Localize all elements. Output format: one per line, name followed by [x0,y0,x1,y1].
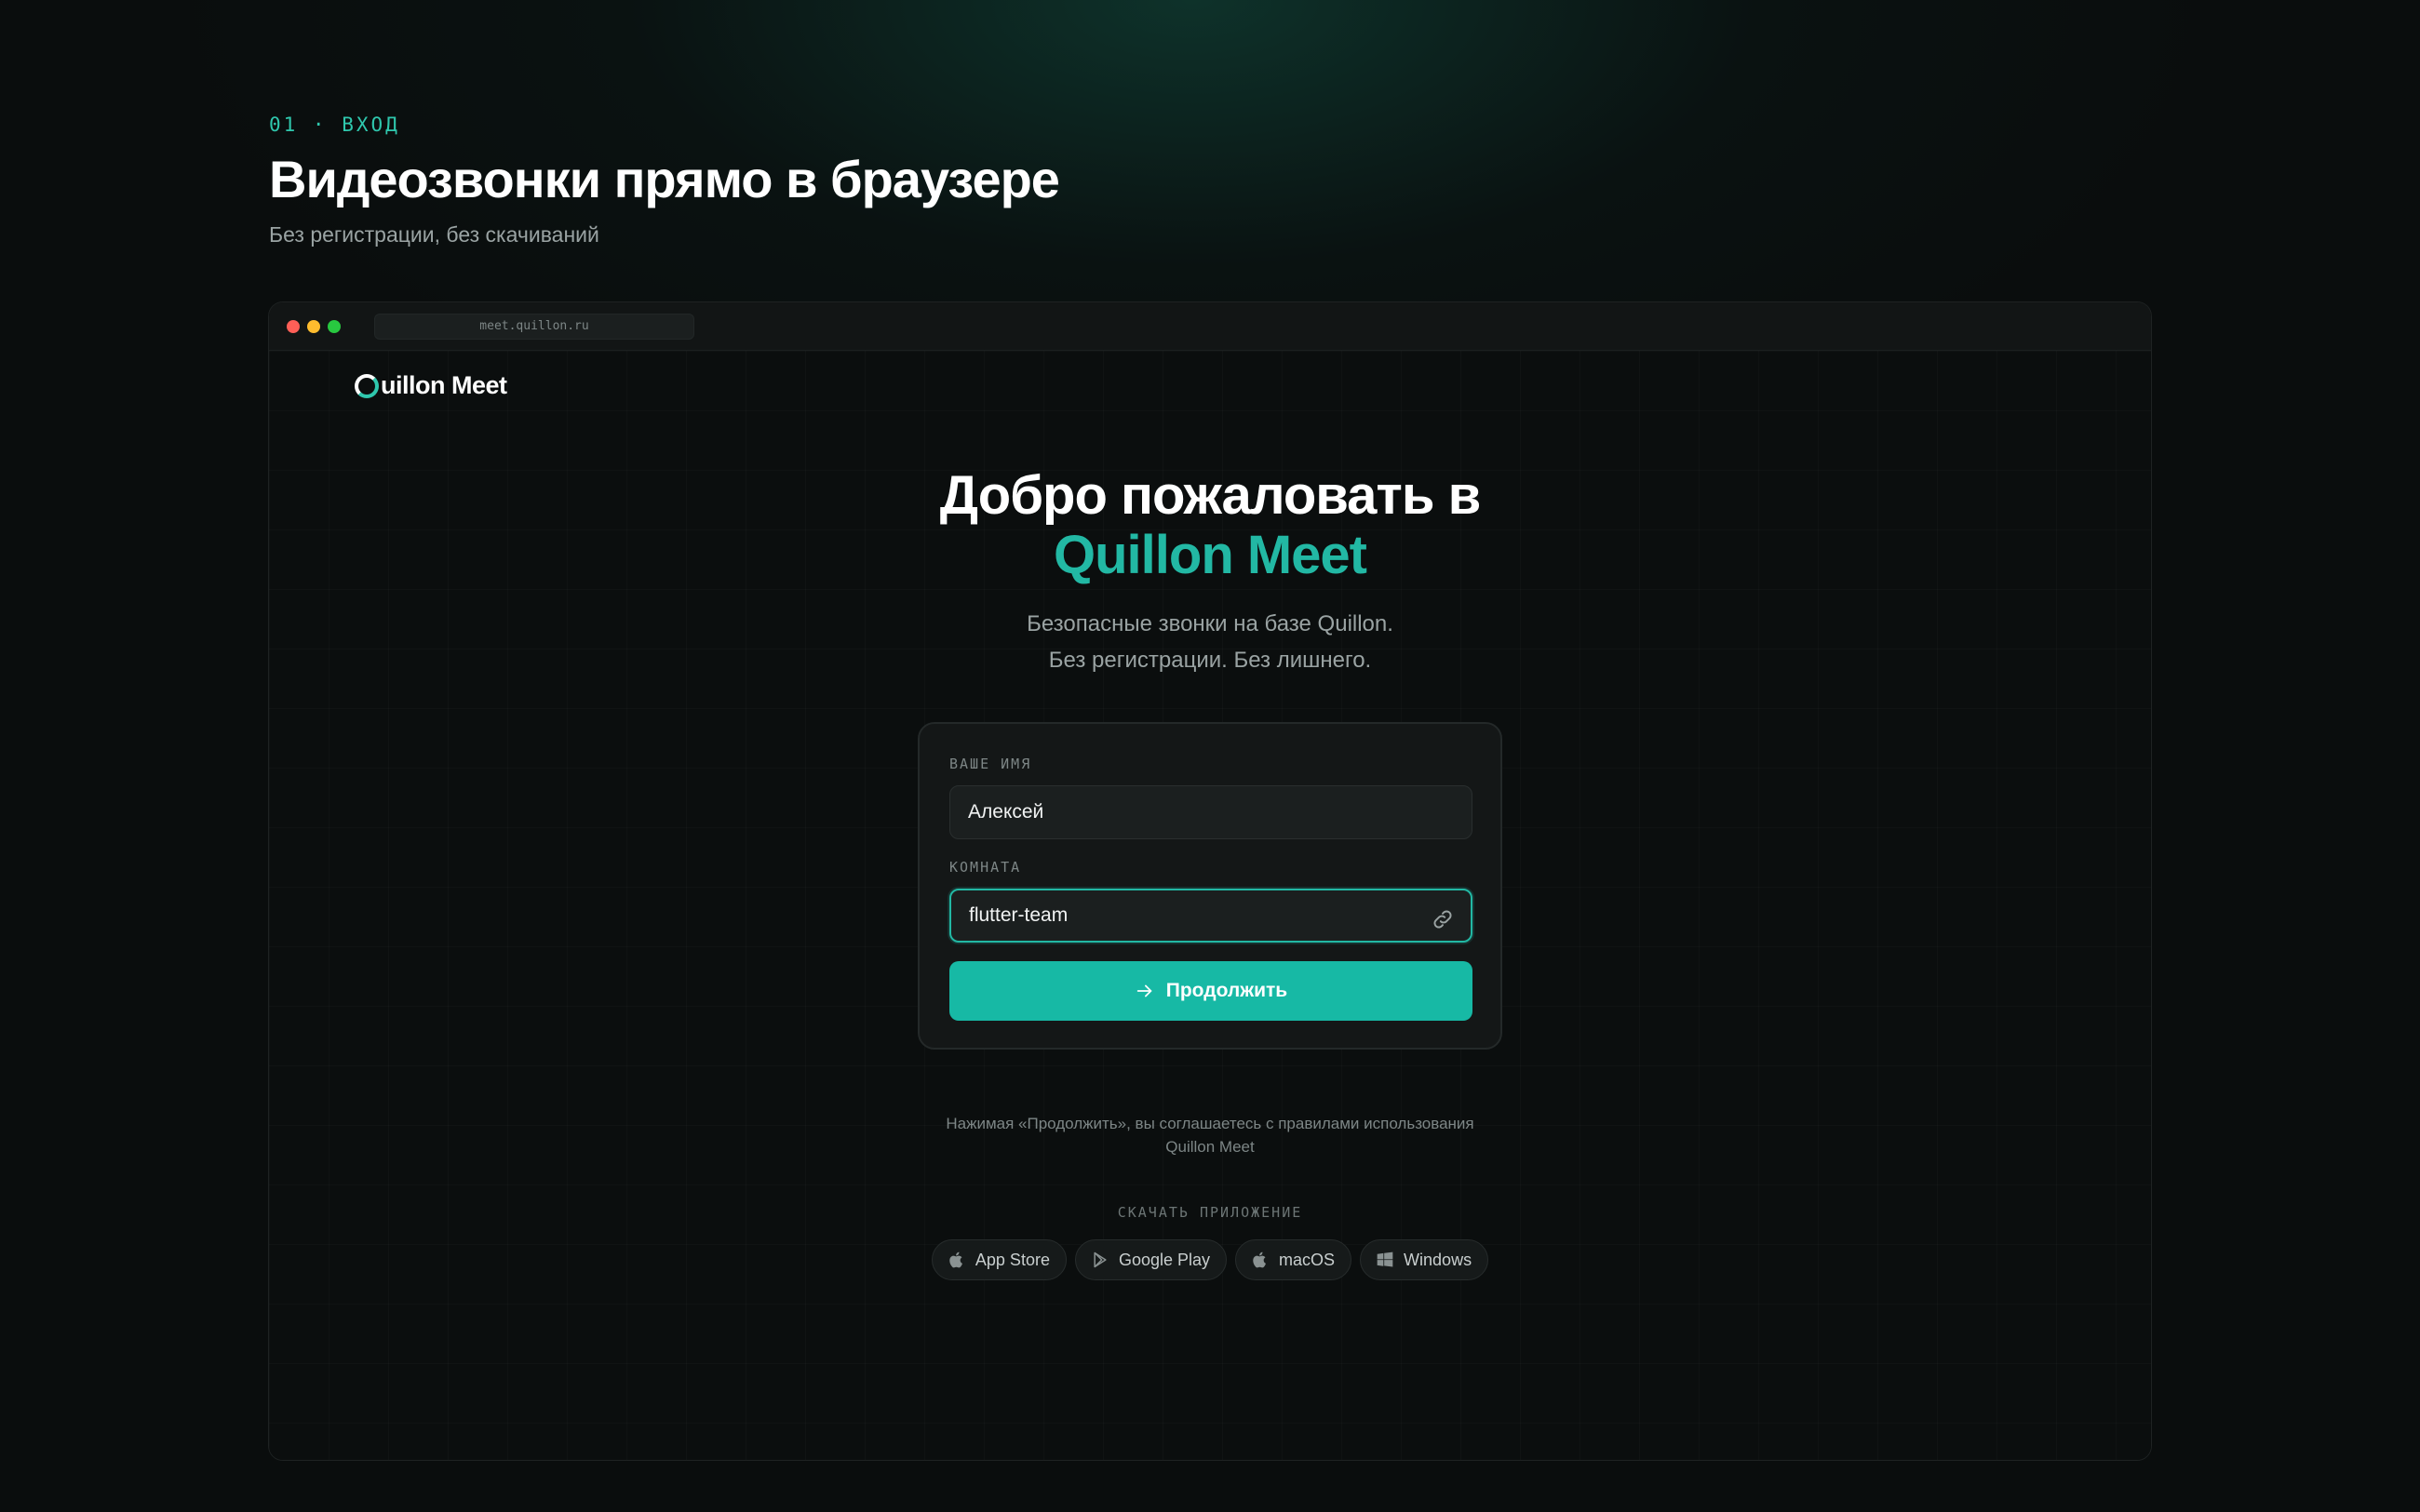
logo-ring-icon [355,373,379,398]
macos-button[interactable]: macOS [1235,1239,1352,1280]
arrow-right-icon [1136,984,1152,997]
apple-icon [949,1251,962,1268]
join-form-card: ВАШЕ ИМЯ КОМНАТА Продолжить [918,722,1502,1050]
windows-button[interactable]: Windows [1360,1239,1489,1280]
download-label: СКАЧАТЬ ПРИЛОЖЕНИЕ [1117,1204,1303,1221]
welcome-block: Добро пожаловать в Quillon Meet Безопасн… [269,466,2151,678]
name-input[interactable] [949,785,1472,839]
google-play-button[interactable]: Google Play [1074,1239,1228,1280]
maximize-window-dot[interactable] [328,319,341,333]
windows-icon [1377,1251,1393,1267]
store-label: Windows [1404,1250,1472,1269]
room-input[interactable] [949,889,1472,943]
close-window-dot[interactable] [287,319,300,333]
welcome-subtitle-line: Безопасные звонки на базе Quillon. [1027,611,1393,636]
browser-window: meet.quillon.ru uillon Meet Добро пожало… [268,301,2152,1461]
section-title: Видеозвонки прямо в браузере [269,150,1060,208]
terms-link[interactable]: Quillon Meet [918,1135,1502,1158]
store-label: Google Play [1118,1250,1211,1269]
terms-notice: Нажимая «Продолжить», вы соглашаетесь с … [918,1112,1502,1158]
store-buttons: App Store Google Play macOS Windows [269,1239,2151,1280]
browser-toolbar: meet.quillon.ru [269,302,2151,351]
section-eyebrow: 01 · ВХОД [269,114,400,136]
app-page: uillon Meet Добро пожаловать в Quillon M… [269,351,2151,1460]
name-label: ВАШЕ ИМЯ [949,756,1032,772]
address-bar[interactable]: meet.quillon.ru [374,313,694,340]
welcome-brand: Quillon Meet [1054,525,1367,585]
terms-line: Нажимая «Продолжить», вы соглашаетесь с … [946,1115,1474,1132]
continue-button-label: Продолжить [1165,980,1288,1001]
play-icon [1094,1251,1107,1268]
logo-text: uillon Meet [381,371,507,399]
section-header: 01 · ВХОД Видеозвонки прямо в браузере Б… [269,114,1060,248]
apple-icon [1253,1251,1267,1268]
store-label: macOS [1279,1250,1336,1269]
room-label: КОМНАТА [949,859,1022,876]
link-icon[interactable] [1431,907,1455,931]
section-subtitle: Без регистрации, без скачиваний [269,222,599,247]
app-logo[interactable]: uillon Meet [355,371,507,400]
welcome-title: Добро пожаловать в [939,465,1482,526]
welcome-subtitle-line: Без регистрации. Без лишнего. [1048,648,1372,673]
welcome-subtitle: Безопасные звонки на базе Quillon. Без р… [269,606,2151,678]
store-label: App Store [975,1250,1050,1269]
minimize-window-dot[interactable] [307,319,320,333]
app-store-button[interactable]: App Store [931,1239,1067,1280]
continue-button[interactable]: Продолжить [949,961,1472,1021]
